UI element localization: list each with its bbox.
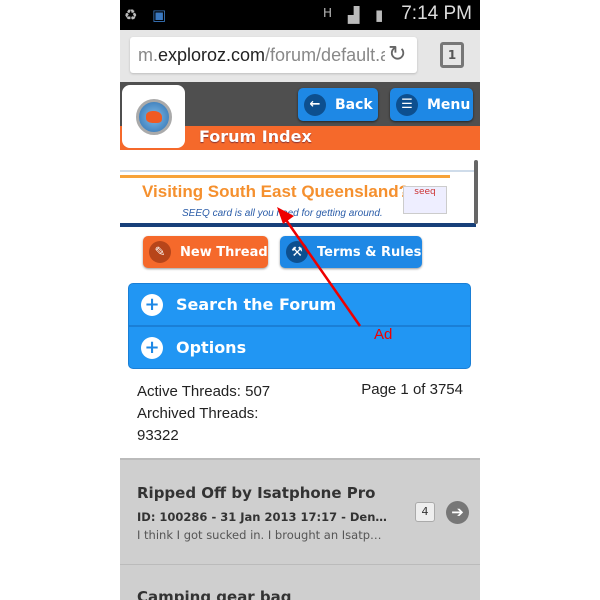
url-prefix: m. (138, 45, 158, 65)
active-threads: Active Threads: 507 (137, 383, 271, 400)
url-field[interactable]: m.exploroz.com/forum/default.a (130, 37, 417, 73)
url-path: /forum/default.a (265, 45, 391, 65)
menu-label: Menu (427, 96, 471, 113)
search-forum-toggle[interactable]: + Search the Forum (128, 283, 471, 326)
annotation-label: Ad (374, 326, 393, 343)
terms-button[interactable]: ⚒ Terms & Rules (280, 236, 422, 268)
ad-subline: SEEQ card is all you need for getting ar… (182, 208, 383, 219)
reply-count-badge: 4 (415, 502, 435, 522)
thread-meta: ID: 100286 - 31 Jan 2013 17:17 - Dennis… (137, 510, 392, 524)
exploroz-logo[interactable] (122, 85, 185, 148)
thread-stats: Active Threads: 507 Archived Threads: 93… (137, 381, 270, 447)
thread-list: Ripped Off by Isatphone Pro ID: 100286 -… (120, 458, 480, 600)
options-label: Options (176, 338, 247, 357)
phone-screen: ♻ ▣ H ▟ ▮ 7:14 PM m.exploroz.com/forum/d… (120, 0, 480, 600)
archived-threads-value: 93322 (137, 427, 179, 444)
thread-snippet: I think I got sucked in. I brought an Is… (137, 528, 382, 542)
gavel-icon: ⚒ (286, 241, 308, 263)
plus-icon: + (141, 293, 163, 316)
reload-icon[interactable]: ↻ (385, 42, 410, 67)
browser-toolbar: m.exploroz.com/forum/default.a ↻ 1 (120, 30, 480, 82)
thread-item[interactable]: Ripped Off by Isatphone Pro ID: 100286 -… (120, 460, 480, 565)
thread-title: Ripped Off by Isatphone Pro (137, 484, 376, 502)
ad-card-image: seeq (403, 186, 447, 214)
search-forum-label: Search the Forum (176, 295, 337, 314)
options-toggle[interactable]: + Options (128, 326, 471, 369)
menu-button[interactable]: ☰ Menu (390, 88, 473, 121)
network-type: H (323, 6, 333, 20)
list-icon: ☰ (396, 93, 418, 116)
signal-icon: ▟ (348, 6, 360, 24)
terms-label: Terms & Rules (317, 244, 422, 260)
new-thread-label: New Thread (180, 244, 268, 260)
url-domain: exploroz.com (158, 45, 266, 65)
status-bar: ♻ ▣ H ▟ ▮ 7:14 PM (120, 0, 480, 30)
ad-headline: Visiting South East Queensland? (142, 182, 410, 201)
arrow-left-icon: ← (304, 93, 326, 116)
globe-icon (135, 98, 172, 135)
archived-threads-label: Archived Threads: (137, 405, 259, 422)
new-thread-button[interactable]: ✎ New Thread (143, 236, 268, 268)
edit-icon: ✎ (149, 241, 171, 263)
back-button[interactable]: ← Back (298, 88, 378, 121)
arrow-right-icon[interactable]: ➔ (446, 501, 469, 524)
recycle-icon: ♻ (124, 6, 138, 24)
clock: 7:14 PM (401, 3, 472, 24)
back-label: Back (335, 96, 373, 113)
page-title: Forum Index (199, 127, 312, 146)
scrollbar[interactable] (474, 160, 478, 224)
ad-stripe (120, 175, 450, 178)
thread-title[interactable]: Camping gear bag (137, 588, 292, 600)
ad-footer-bar (120, 223, 476, 227)
rss-icon: ▣ (152, 6, 167, 24)
battery-icon: ▮ (375, 6, 384, 24)
page-indicator: Page 1 of 3754 (361, 381, 463, 398)
ad-banner[interactable]: Visiting South East Queensland? SEEQ car… (120, 170, 476, 227)
tabs-button[interactable]: 1 (440, 42, 464, 68)
plus-icon: + (141, 336, 163, 359)
